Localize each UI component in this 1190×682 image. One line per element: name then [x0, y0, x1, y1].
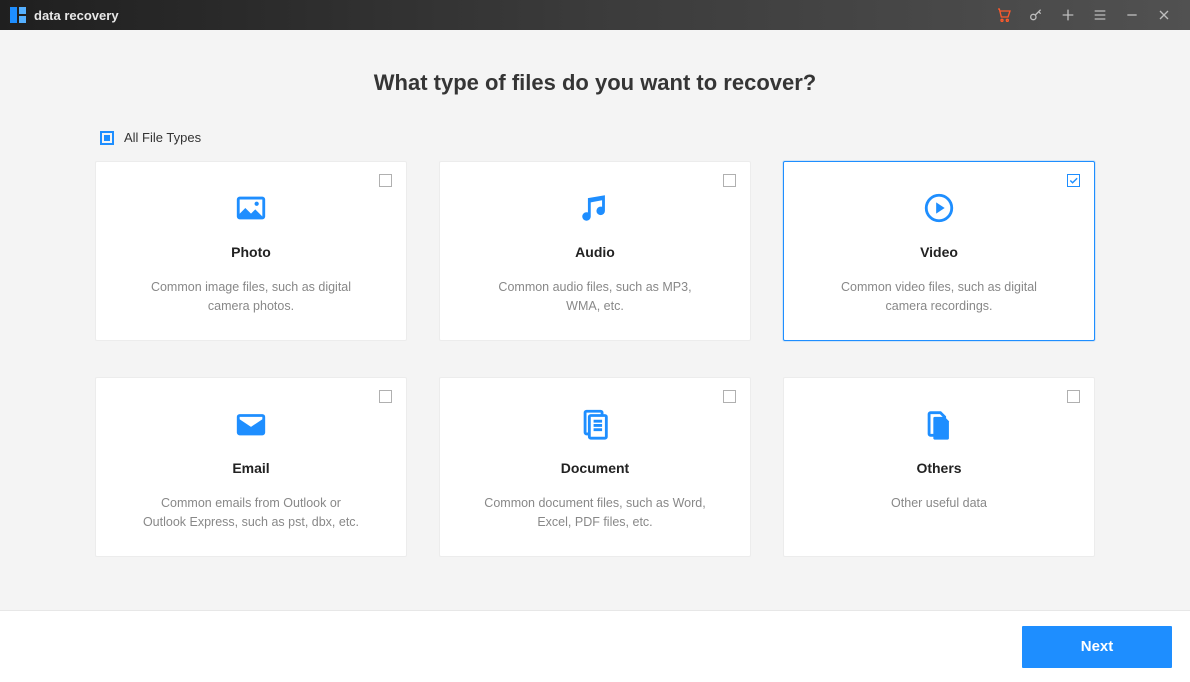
card-title: Photo	[120, 244, 382, 260]
card-audio[interactable]: Audio Common audio files, such as MP3, W…	[439, 161, 751, 341]
checkbox-audio[interactable]	[723, 174, 736, 187]
video-icon	[808, 186, 1070, 230]
checkbox-photo[interactable]	[379, 174, 392, 187]
others-icon	[808, 402, 1070, 446]
card-desc: Common image files, such as digital came…	[120, 278, 382, 316]
close-icon[interactable]	[1148, 0, 1180, 30]
plus-icon[interactable]	[1052, 0, 1084, 30]
document-icon	[464, 402, 726, 446]
card-title: Audio	[464, 244, 726, 260]
select-all-row[interactable]: All File Types	[100, 130, 1190, 145]
card-document[interactable]: Document Common document files, such as …	[439, 377, 751, 557]
footer-bar: Next	[0, 610, 1190, 682]
checkbox-email[interactable]	[379, 390, 392, 403]
checkbox-video[interactable]	[1067, 174, 1080, 187]
card-desc: Common document files, such as Word, Exc…	[464, 494, 726, 532]
card-title: Video	[808, 244, 1070, 260]
card-video[interactable]: Video Common video files, such as digita…	[783, 161, 1095, 341]
cart-icon[interactable]	[988, 0, 1020, 30]
app-logo-icon	[10, 7, 26, 23]
select-all-label: All File Types	[124, 130, 201, 145]
page-title: What type of files do you want to recove…	[0, 70, 1190, 96]
minimize-icon[interactable]	[1116, 0, 1148, 30]
email-icon	[120, 402, 382, 446]
key-icon[interactable]	[1020, 0, 1052, 30]
card-photo[interactable]: Photo Common image files, such as digita…	[95, 161, 407, 341]
card-title: Document	[464, 460, 726, 476]
audio-icon	[464, 186, 726, 230]
checkbox-document[interactable]	[723, 390, 736, 403]
main-content: What type of files do you want to recove…	[0, 30, 1190, 557]
card-email[interactable]: Email Common emails from Outlook or Outl…	[95, 377, 407, 557]
card-desc: Other useful data	[808, 494, 1070, 513]
card-desc: Common emails from Outlook or Outlook Ex…	[120, 494, 382, 532]
checkbox-others[interactable]	[1067, 390, 1080, 403]
select-all-checkbox[interactable]	[100, 131, 114, 145]
card-desc: Common audio files, such as MP3, WMA, et…	[464, 278, 726, 316]
menu-icon[interactable]	[1084, 0, 1116, 30]
card-title: Others	[808, 460, 1070, 476]
card-others[interactable]: Others Other useful data	[783, 377, 1095, 557]
card-grid: Photo Common image files, such as digita…	[95, 161, 1095, 557]
card-desc: Common video files, such as digital came…	[808, 278, 1070, 316]
title-bar: data recovery	[0, 0, 1190, 30]
photo-icon	[120, 186, 382, 230]
app-title: data recovery	[34, 8, 119, 23]
card-title: Email	[120, 460, 382, 476]
next-button[interactable]: Next	[1022, 626, 1172, 668]
